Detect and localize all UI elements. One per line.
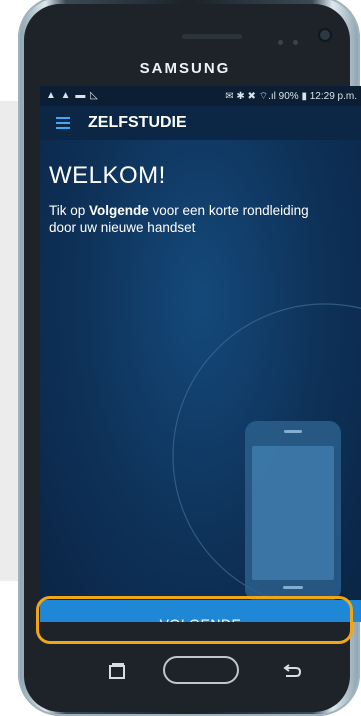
sensors <box>278 32 304 50</box>
recent-apps-icon[interactable] <box>108 662 126 680</box>
home-button[interactable] <box>163 656 239 684</box>
phone-screen: ▲ ▲ ▬ ◺ ✉ ✱ ✖ ⌔.ıl 90% ▮ 12:29 p.m. ZELF… <box>40 86 361 622</box>
back-icon[interactable] <box>282 662 302 680</box>
speaker-grille <box>182 34 242 39</box>
sensor-dot <box>293 40 299 45</box>
phone-illustration <box>172 303 361 609</box>
brand-logo: SAMSUNG <box>139 60 231 77</box>
navigation-bar <box>40 646 361 708</box>
next-button-highlight <box>36 596 353 644</box>
sensor-dot <box>278 40 283 45</box>
front-camera <box>320 30 330 40</box>
